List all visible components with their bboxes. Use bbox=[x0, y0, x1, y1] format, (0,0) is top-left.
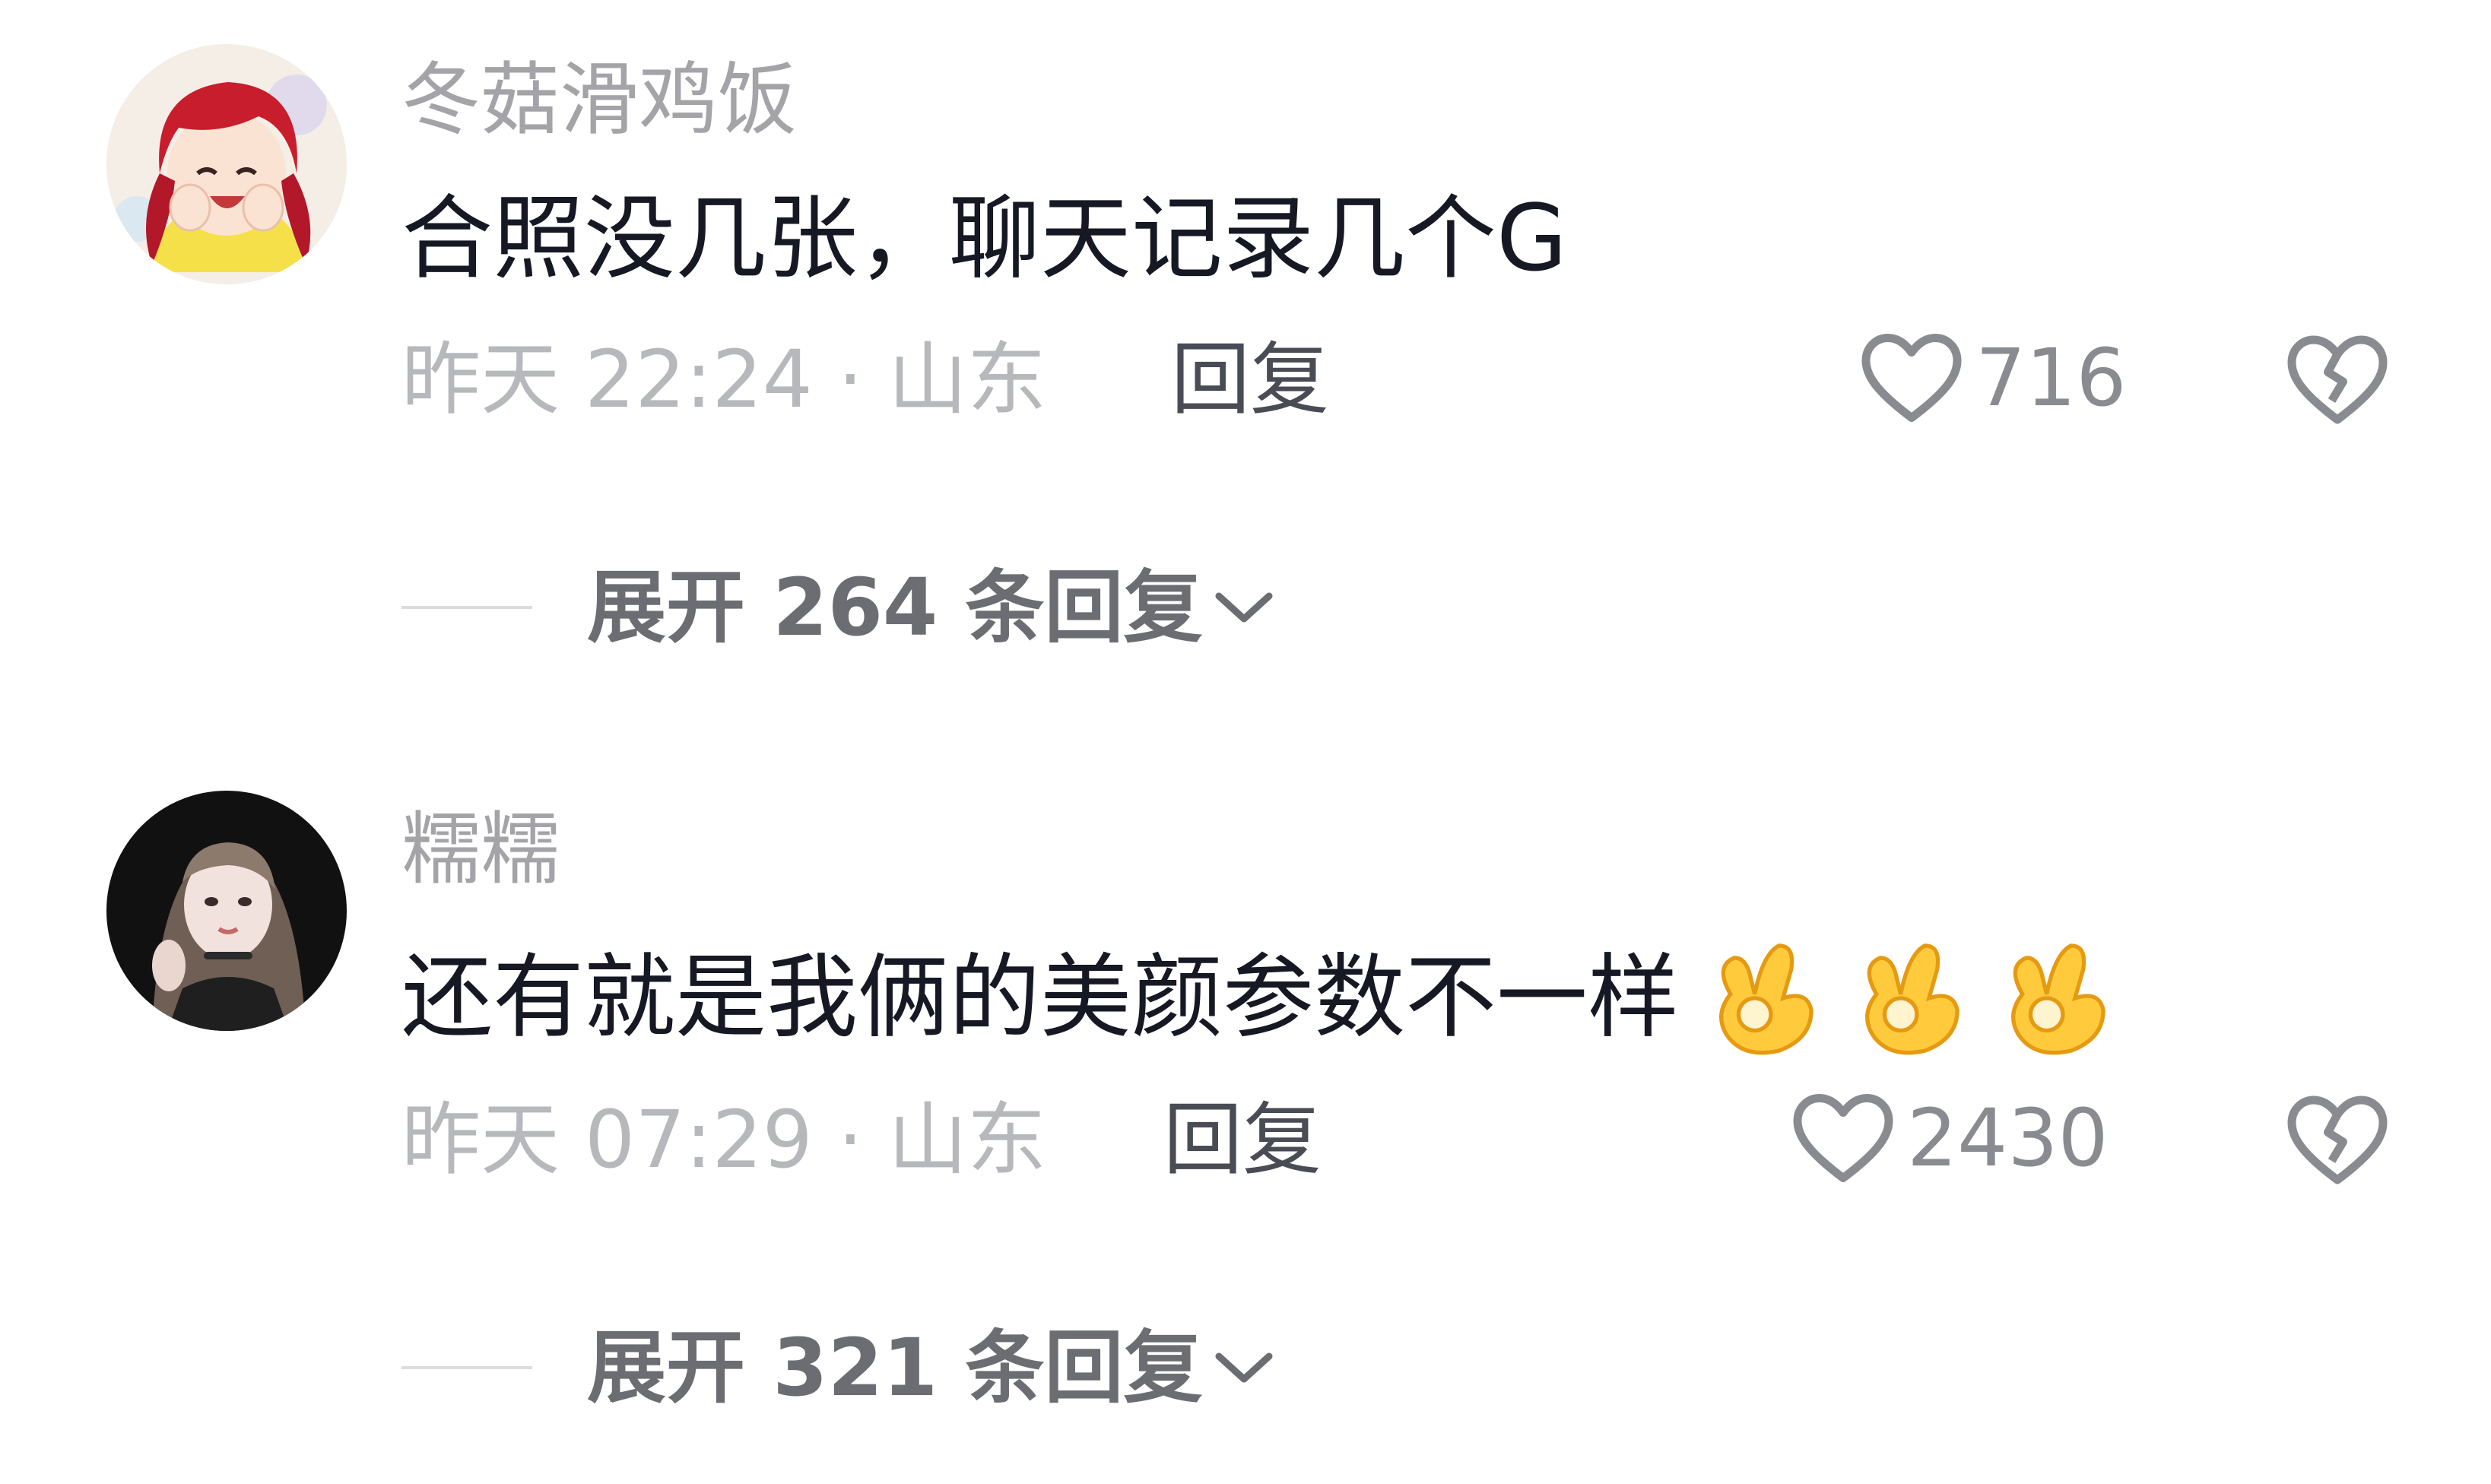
user-avatar[interactable] bbox=[106, 791, 347, 1031]
dislike-button[interactable] bbox=[2284, 328, 2391, 427]
reply-button[interactable]: 回复 bbox=[1171, 330, 1329, 429]
ok-hand-emoji-icon bbox=[1840, 934, 1969, 1063]
like-count: 716 bbox=[1975, 331, 2127, 424]
broken-heart-icon bbox=[2287, 1096, 2388, 1184]
reply-button[interactable]: 回复 bbox=[1163, 1090, 1322, 1189]
comment-timestamp-location: 昨天 22:24 · 山东 bbox=[401, 333, 1046, 426]
emoji-row bbox=[1694, 934, 2132, 1063]
like-button[interactable]: 716 bbox=[1858, 328, 2127, 427]
heart-outline-icon bbox=[1861, 334, 1962, 422]
expand-replies-label: 展开 264 条回复 bbox=[587, 561, 1203, 654]
comment-text-content: 合照没几张，聊天记录几个G bbox=[401, 186, 1567, 292]
dislike-button[interactable] bbox=[2284, 1089, 2391, 1188]
comment-text: 合照没几张，聊天记录几个G bbox=[401, 182, 1567, 296]
expand-replies-button[interactable]: 展开 321 条回复 bbox=[401, 1318, 1276, 1417]
chevron-down-icon bbox=[1212, 585, 1276, 630]
ok-hand-emoji-icon bbox=[1986, 934, 2115, 1063]
chevron-down-icon bbox=[1212, 1345, 1276, 1390]
like-button[interactable]: 2430 bbox=[1790, 1089, 2109, 1188]
avatar-photo-girl bbox=[106, 791, 347, 1031]
expand-replies-button[interactable]: 展开 264 条回复 bbox=[401, 558, 1276, 657]
divider-line bbox=[401, 606, 532, 609]
comment-username[interactable]: 冬菇滑鸡饭 bbox=[401, 50, 797, 149]
divider-line bbox=[401, 1366, 532, 1369]
avatar-anime-girl bbox=[106, 44, 347, 284]
comment-username[interactable]: 糯糯 bbox=[401, 800, 560, 899]
comment-text: 还有就是我俩的美颜参数不一样 bbox=[401, 934, 2132, 1063]
ok-hand-emoji-icon bbox=[1694, 934, 1823, 1063]
comment-text-content: 还有就是我俩的美颜参数不一样 bbox=[401, 945, 1679, 1051]
comment-timestamp-location: 昨天 07:29 · 山东 bbox=[401, 1093, 1046, 1186]
heart-outline-icon bbox=[1793, 1094, 1893, 1182]
broken-heart-icon bbox=[2287, 335, 2388, 424]
expand-replies-label: 展开 321 条回复 bbox=[587, 1321, 1203, 1414]
like-count: 2430 bbox=[1907, 1092, 2109, 1184]
user-avatar[interactable] bbox=[106, 44, 347, 284]
